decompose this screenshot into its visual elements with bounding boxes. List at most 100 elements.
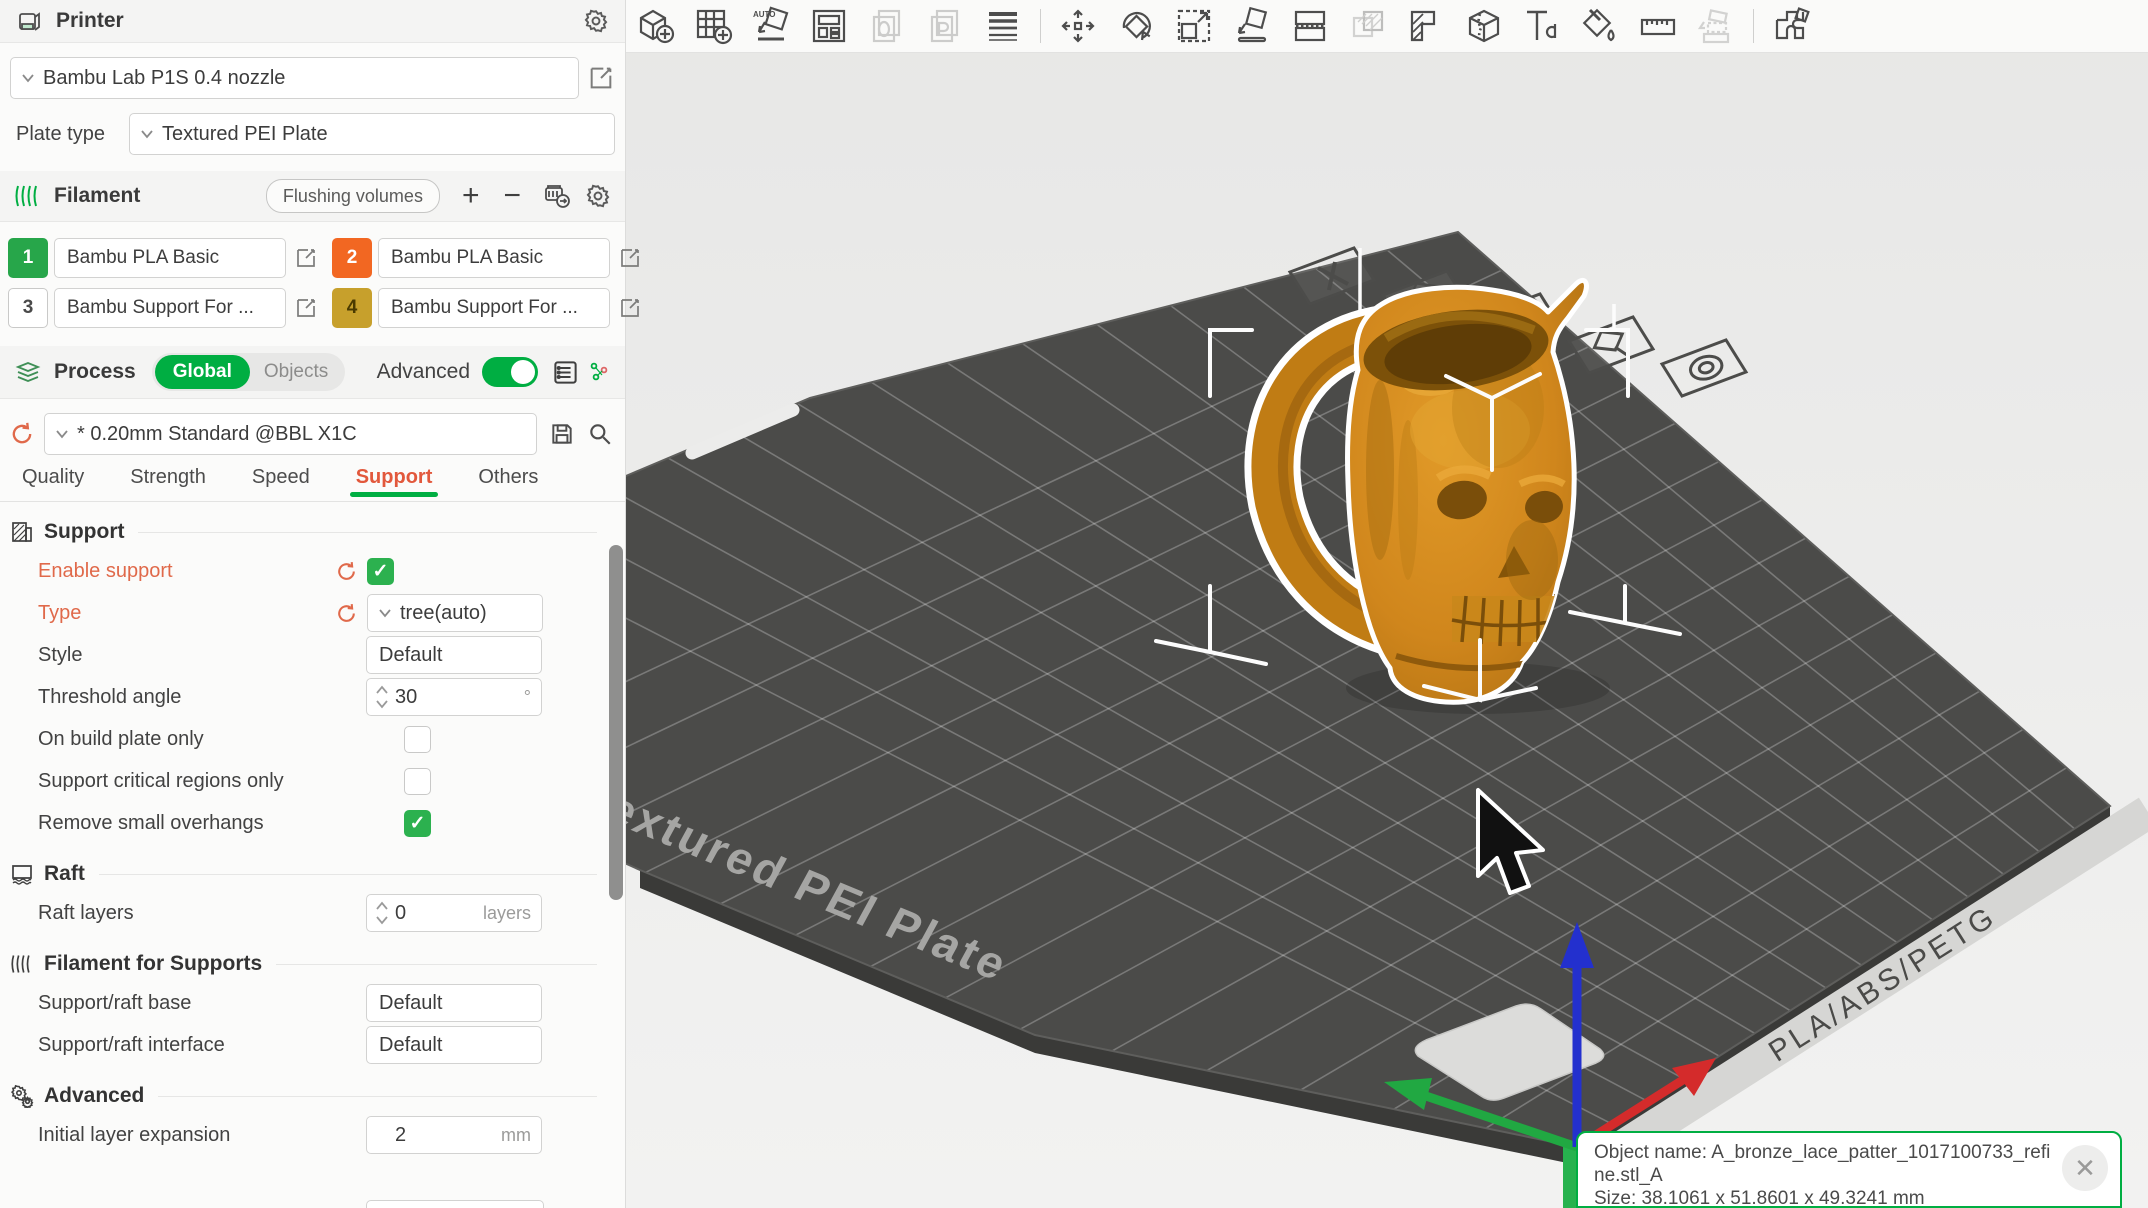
support-style-select[interactable]: Default [366, 636, 542, 674]
stepper-arrows-icon[interactable] [373, 898, 391, 928]
filament-settings-gear-icon[interactable] [585, 183, 611, 209]
assembly-icon[interactable] [1762, 4, 1820, 48]
scope-global-option[interactable]: Global [155, 355, 250, 389]
filament-3-name[interactable]: Bambu Support For ... [54, 288, 286, 328]
process-section-title: Process [54, 360, 136, 384]
raft-layers-value: 0 [395, 902, 406, 925]
filament-4-edit-icon[interactable] [618, 296, 642, 320]
printer-edit-icon[interactable] [587, 64, 615, 92]
enable-support-label: Enable support [38, 560, 173, 583]
tab-others[interactable]: Others [478, 466, 538, 501]
support-raft-interface-select[interactable]: Default [366, 1026, 542, 1064]
rotate-icon[interactable] [1107, 4, 1165, 48]
color-painting-icon[interactable] [1571, 4, 1629, 48]
filament-2-color-chip[interactable]: 2 [332, 238, 372, 278]
mesh-boolean-icon[interactable] [1339, 4, 1397, 48]
text-tool-icon[interactable] [1513, 4, 1571, 48]
tab-quality[interactable]: Quality [22, 466, 84, 501]
filament-slot-1: 1 Bambu PLA Basic [8, 238, 318, 278]
filament-1-color-chip[interactable]: 1 [8, 238, 48, 278]
sidebar-scrollbar-thumb[interactable] [609, 545, 623, 900]
on-build-plate-only-checkbox[interactable] [404, 726, 431, 753]
raft-group-icon [10, 862, 34, 886]
chevron-down-icon [378, 606, 392, 620]
flatten-icon[interactable] [1687, 4, 1745, 48]
add-filament-button[interactable]: + [462, 181, 480, 211]
lay-on-face-icon[interactable] [1223, 4, 1281, 48]
filament-2-edit-icon[interactable] [618, 246, 642, 270]
filament-3-edit-icon[interactable] [294, 296, 318, 320]
printer-preset-value: Bambu Lab P1S 0.4 nozzle [43, 67, 285, 90]
threshold-angle-stepper[interactable]: 30 ° [366, 678, 542, 716]
add-plate-icon[interactable] [684, 4, 742, 48]
plate-settings-button[interactable] [1662, 340, 1746, 396]
measure-icon[interactable] [1629, 4, 1687, 48]
parameter-list-icon[interactable] [552, 359, 579, 386]
seam-painting-icon[interactable] [1455, 4, 1513, 48]
process-preset-select[interactable]: * 0.20mm Standard @BBL X1C [44, 413, 537, 455]
cut-icon[interactable] [1281, 4, 1339, 48]
remove-filament-button[interactable]: − [503, 181, 521, 211]
filament-3-color-chip[interactable]: 3 [8, 288, 48, 328]
arrange-icon[interactable] [800, 4, 858, 48]
filament-1-edit-icon[interactable] [294, 246, 318, 270]
initial-layer-expansion-stepper[interactable]: 2 mm [366, 1116, 542, 1154]
raft-layers-stepper[interactable]: 0 layers [366, 894, 542, 932]
support-style-value: Default [379, 644, 442, 667]
object-info-popup: Object name: A_bronze_lace_patter_101710… [1576, 1131, 2122, 1208]
filament-for-supports-group-header: Filament for Supports [10, 952, 625, 976]
paint-support-icon[interactable] [1397, 4, 1455, 48]
move-icon[interactable] [1049, 4, 1107, 48]
split-to-parts-icon[interactable] [916, 4, 974, 48]
support-type-revert-icon[interactable] [334, 601, 359, 626]
plate-type-value: Textured PEI Plate [162, 123, 328, 146]
variable-layer-height-icon[interactable] [974, 4, 1032, 48]
filament-1-name[interactable]: Bambu PLA Basic [54, 238, 286, 278]
support-type-select[interactable]: tree(auto) [367, 594, 543, 632]
stepper-arrows-icon[interactable] [373, 682, 391, 712]
split-to-objects-icon[interactable] [858, 4, 916, 48]
enable-support-revert-icon[interactable] [334, 559, 359, 584]
chevron-down-icon [21, 71, 35, 85]
tab-strength[interactable]: Strength [130, 466, 206, 501]
plate-type-select[interactable]: Textured PEI Plate [129, 113, 615, 155]
ams-sync-icon[interactable] [543, 182, 571, 210]
filament-2-name[interactable]: Bambu PLA Basic [378, 238, 610, 278]
scope-objects-option[interactable]: Objects [250, 361, 342, 383]
support-critical-regions-checkbox[interactable] [404, 768, 431, 795]
auto-orient-icon[interactable]: AUTO [742, 4, 800, 48]
reset-process-icon[interactable] [8, 420, 36, 448]
printer-icon [16, 8, 42, 34]
popup-close-button[interactable]: ✕ [2062, 1145, 2108, 1191]
add-object-icon[interactable] [626, 4, 684, 48]
filament-4-name[interactable]: Bambu Support For ... [378, 288, 610, 328]
filament-4-color-chip[interactable]: 4 [332, 288, 372, 328]
tab-support[interactable]: Support [356, 466, 433, 501]
remove-small-overhangs-checkbox[interactable]: ✓ [404, 810, 431, 837]
chevron-down-icon [140, 127, 154, 141]
advanced-group-header: Advanced [10, 1084, 625, 1108]
printer-settings-gear-icon[interactable] [583, 8, 609, 34]
support-type-label: Type [38, 602, 81, 625]
support-raft-base-value: Default [379, 992, 442, 1015]
advanced-group-title: Advanced [44, 1084, 144, 1108]
main-toolbar: AUTO [626, 0, 2148, 53]
object-size-line: Size: 38.1061 x 51.8601 x 49.3241 mm [1594, 1188, 1925, 1208]
process-tabbar: Quality Strength Speed Support Others [0, 455, 625, 502]
save-preset-icon[interactable] [549, 421, 575, 447]
chevron-down-icon [55, 427, 69, 441]
flushing-volumes-button[interactable]: Flushing volumes [266, 179, 440, 213]
toolbar-separator [1040, 9, 1041, 43]
compare-presets-icon[interactable] [587, 360, 611, 384]
advanced-mode-label: Advanced [377, 360, 470, 384]
tab-speed[interactable]: Speed [252, 466, 310, 501]
search-presets-icon[interactable] [587, 421, 613, 447]
advanced-mode-toggle[interactable] [482, 357, 538, 387]
scale-icon[interactable] [1165, 4, 1223, 48]
printer-section-header: Printer [0, 0, 625, 43]
support-raft-base-select[interactable]: Default [366, 984, 542, 1022]
enable-support-checkbox[interactable]: ✓ [367, 558, 394, 585]
raft-layers-unit: layers [483, 903, 531, 924]
printer-preset-select[interactable]: Bambu Lab P1S 0.4 nozzle [10, 57, 579, 99]
support-raft-interface-label: Support/raft interface [38, 1034, 225, 1057]
